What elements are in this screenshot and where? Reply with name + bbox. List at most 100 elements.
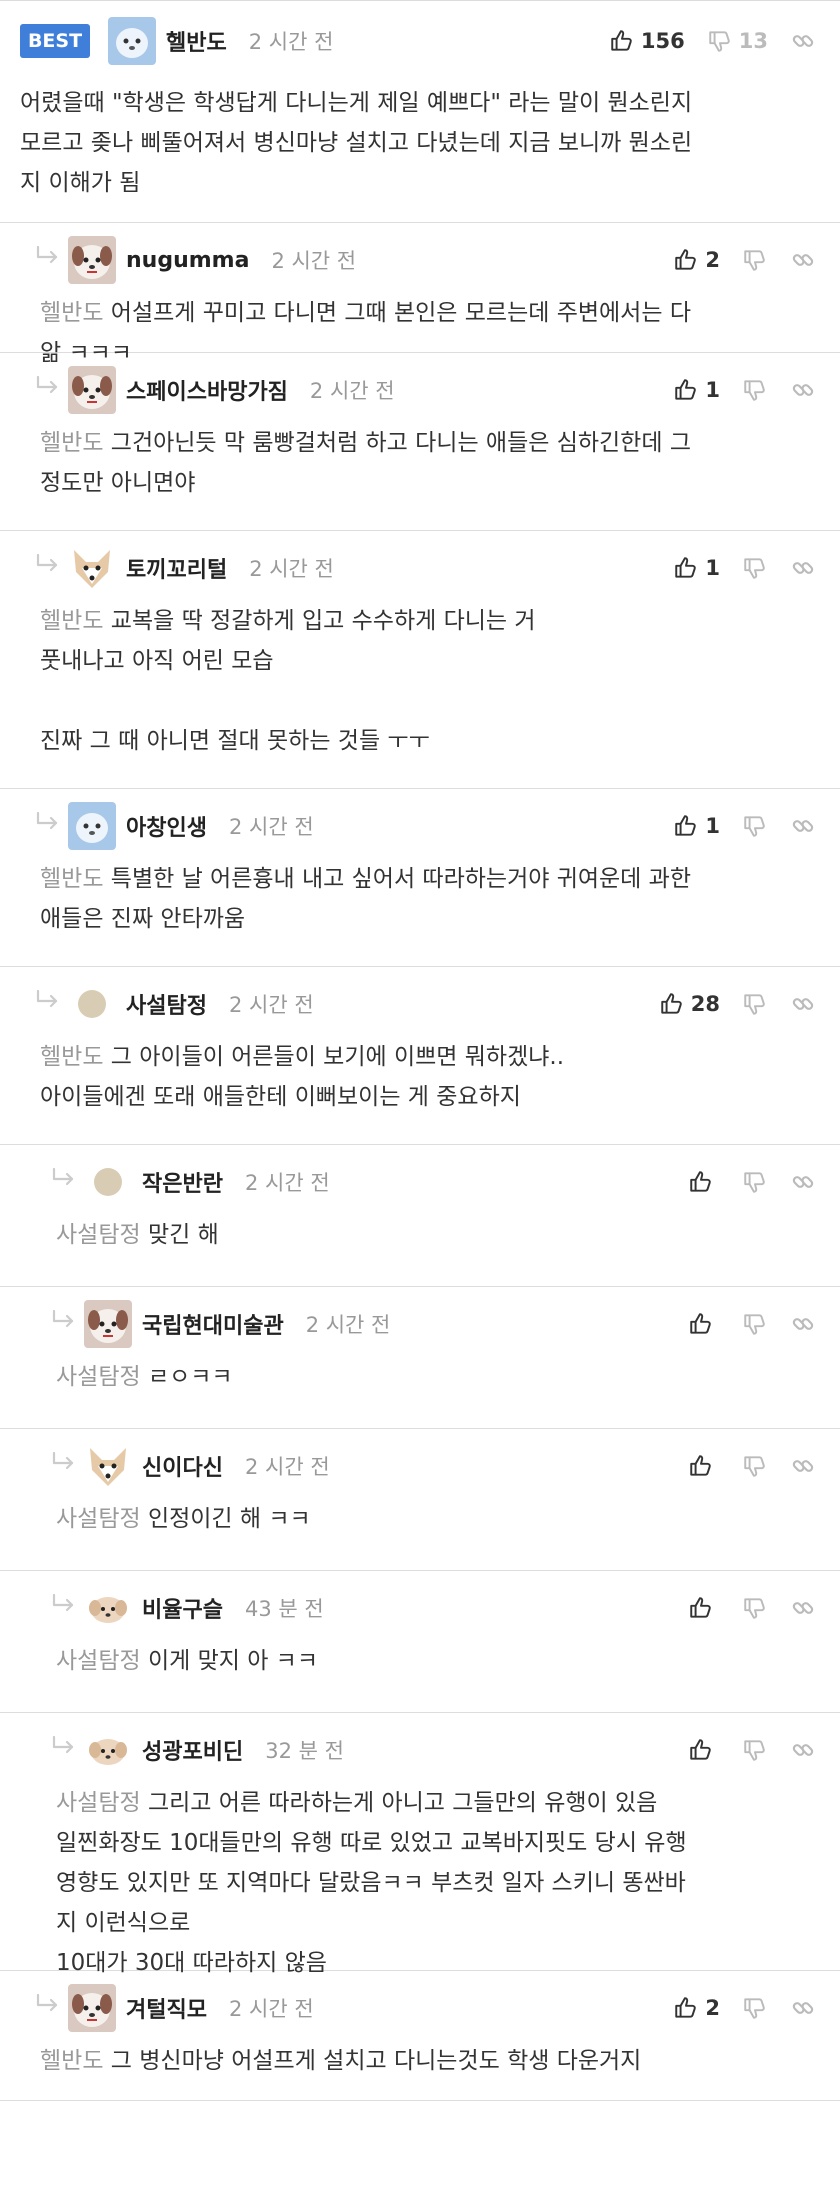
timestamp: 32 분 전 [265,1739,344,1763]
link-icon [790,28,816,54]
thumbs-up-icon [688,1595,714,1621]
thumbs-down-icon [742,247,768,273]
comment-header: nugumma 2 시간 전 2 [0,235,840,285]
like-button[interactable]: 1 [673,377,720,403]
avatar[interactable] [84,1300,132,1348]
share-button[interactable] [790,991,816,1017]
comment-body: 그 아이들이 어른들이 보기에 이쁘면 뭐하겠냐.. 아이들에겐 또래 애들한테… [40,1044,565,1110]
author-name[interactable]: 사설탐정 [126,988,207,1020]
author-name[interactable]: 헬반도 [166,25,227,57]
dislike-button[interactable] [742,991,768,1017]
avatar[interactable] [68,544,116,592]
like-count: 2 [705,248,720,272]
like-button[interactable]: 1 [673,813,720,839]
mention[interactable]: 사설탐정 [56,1790,141,1816]
dislike-button[interactable] [742,1453,768,1479]
thumbs-up-icon [688,1169,714,1195]
share-button[interactable] [790,813,816,839]
comment-text: 헬반도 특별한 날 어른흉내 내고 싶어서 따라하는거야 귀여운데 과한 애들은… [40,859,806,939]
like-button[interactable] [688,1737,720,1763]
comment-header: 사설탐정 2 시간 전 28 [0,979,840,1029]
comment-header: 비율구슬 43 분 전 [0,1583,840,1633]
mention[interactable]: 헬반도 [40,866,103,892]
like-button[interactable] [688,1169,720,1195]
thumbs-down-icon [742,1453,768,1479]
like-button[interactable] [688,1595,720,1621]
thumbs-down-icon [742,1595,768,1621]
author-name[interactable]: 토끼꼬리털 [126,552,227,584]
mention[interactable]: 사설탐정 [56,1364,141,1390]
dislike-button[interactable] [742,1311,768,1337]
dislike-button[interactable] [742,1737,768,1763]
share-button[interactable] [790,1311,816,1337]
avatar[interactable] [68,236,116,284]
like-button[interactable]: 2 [673,247,720,273]
comment-actions: 1 [651,801,816,851]
share-button[interactable] [790,247,816,273]
avatar[interactable] [84,1584,132,1632]
timestamp: 2 시간 전 [305,1313,391,1337]
avatar[interactable] [84,1158,132,1206]
comment-text: 사설탐정 인정이긴 해 ㅋㅋ [56,1499,806,1539]
mention[interactable]: 사설탐정 [56,1222,141,1248]
dislike-button[interactable]: 13 [707,28,768,54]
author-name[interactable]: 스페이스바망가짐 [126,374,288,406]
author-name[interactable]: 작은반란 [142,1166,223,1198]
reply-comment: 토끼꼬리털 2 시간 전 1 헬반도 교복을 딱 정갈하게 입고 수수하게 다니는 거… [0,531,840,789]
avatar[interactable] [68,980,116,1028]
like-count: 28 [690,992,720,1016]
author-name[interactable]: 비율구슬 [142,1592,223,1624]
like-button[interactable]: 28 [659,991,720,1017]
share-button[interactable] [790,555,816,581]
avatar[interactable] [68,366,116,414]
reply-comment: 아창인생 2 시간 전 1 헬반도 특별한 날 어른흉내 내고 싶어서 따라하는거야 … [0,789,840,967]
share-button[interactable] [790,1737,816,1763]
mention[interactable]: 헬반도 [40,1044,103,1070]
mention[interactable]: 헬반도 [40,608,103,634]
avatar[interactable] [108,17,156,65]
dislike-button[interactable] [742,813,768,839]
reply-comment: 국립현대미술관 2 시간 전 사설탐정 ㄹㅇㅋㅋ [0,1287,840,1429]
author-name[interactable]: 신이다신 [142,1450,223,1482]
mention[interactable]: 헬반도 [40,2048,103,2074]
mention[interactable]: 사설탐정 [56,1648,141,1674]
dislike-button[interactable] [742,377,768,403]
dislike-button[interactable] [742,1169,768,1195]
comment-text: 사설탐정 맞긴 해 [56,1215,806,1255]
comment-actions: 2 [651,1983,816,2033]
author-name[interactable]: 겨털직모 [126,1992,207,2024]
author-name[interactable]: nugumma [126,248,249,273]
mention[interactable]: 헬반도 [40,300,103,326]
avatar[interactable] [68,1984,116,2032]
mention[interactable]: 사설탐정 [56,1506,141,1532]
like-button[interactable] [688,1311,720,1337]
like-count: 1 [705,814,720,838]
share-button[interactable] [790,1169,816,1195]
comment-body: 맞긴 해 [147,1222,219,1248]
avatar[interactable] [84,1442,132,1490]
share-button[interactable] [790,28,816,54]
dislike-button[interactable] [742,247,768,273]
dislike-button[interactable] [742,555,768,581]
comment-actions [666,1299,816,1349]
like-button[interactable]: 2 [673,1995,720,2021]
link-icon [790,377,816,403]
share-button[interactable] [790,377,816,403]
mention[interactable]: 헬반도 [40,430,103,456]
dislike-button[interactable] [742,1595,768,1621]
author-name[interactable]: 아창인생 [126,810,207,842]
author-name[interactable]: 성광포비딘 [142,1734,243,1766]
like-button[interactable]: 156 [609,28,685,54]
comment-body: 그 병신마냥 어설프게 설치고 다니는것도 학생 다운거지 [110,2048,642,2074]
share-button[interactable] [790,1995,816,2021]
like-button[interactable]: 1 [673,555,720,581]
share-button[interactable] [790,1453,816,1479]
avatar[interactable] [68,802,116,850]
like-button[interactable] [688,1453,720,1479]
comment-text: 사설탐정 이게 맞지 아 ㅋㅋ [56,1641,806,1681]
comment-actions: 1 [651,543,816,593]
avatar[interactable] [84,1726,132,1774]
share-button[interactable] [790,1595,816,1621]
dislike-button[interactable] [742,1995,768,2021]
author-name[interactable]: 국립현대미술관 [142,1308,284,1340]
